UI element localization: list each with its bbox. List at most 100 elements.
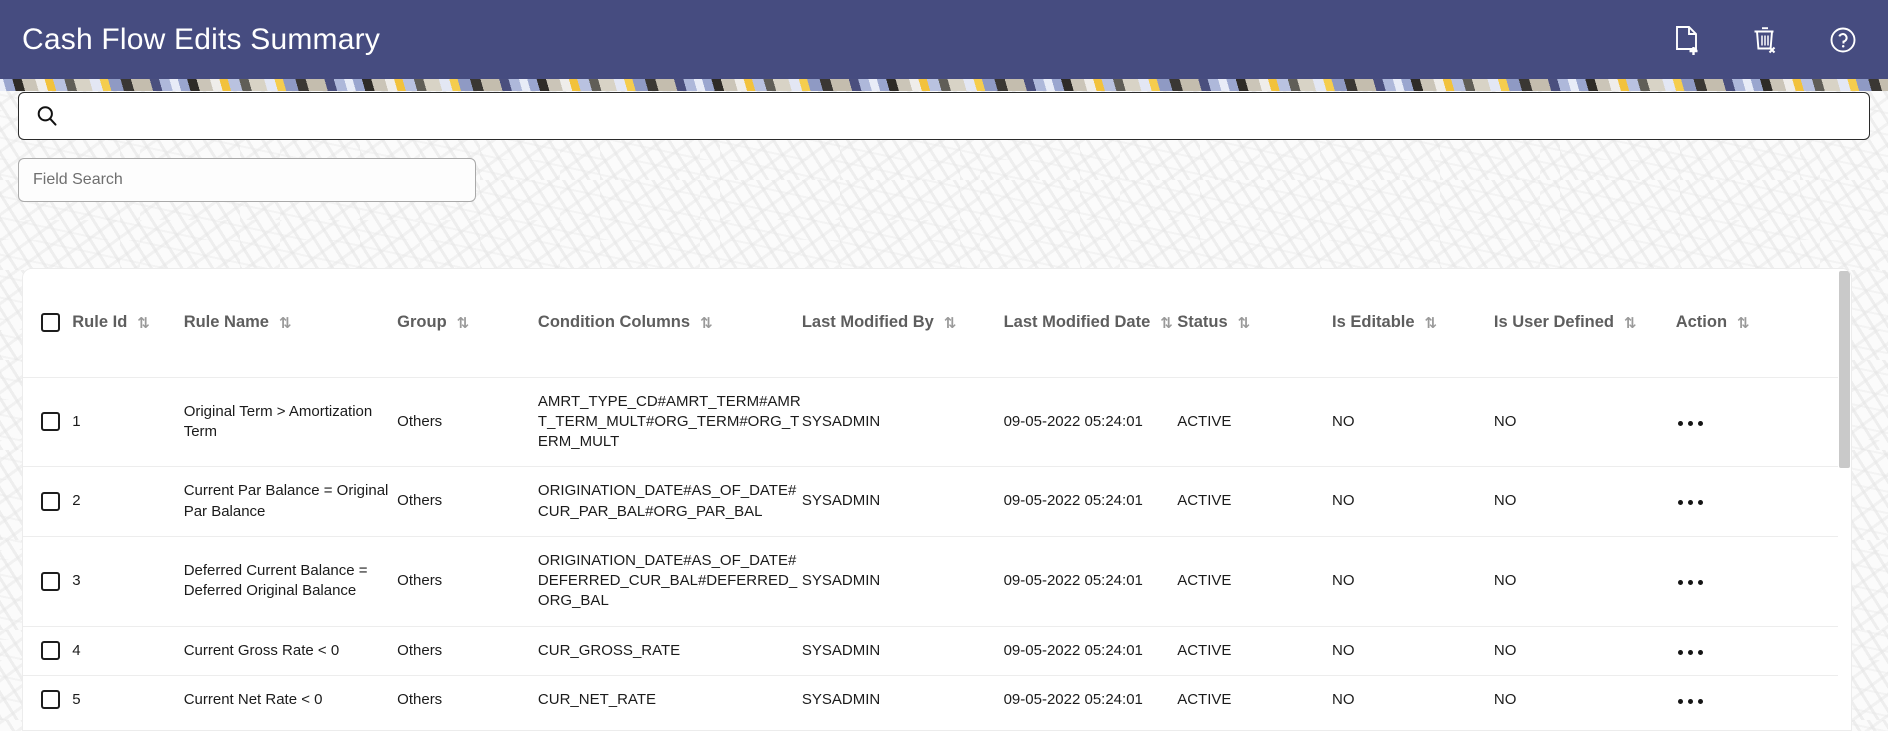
- column-header-last-modified-date[interactable]: Last Modified Date ⇅: [1003, 269, 1178, 377]
- cell-action: [1675, 466, 1840, 537]
- sort-icon-is-user-defined[interactable]: ⇅: [1624, 314, 1637, 332]
- row-select-cell: [23, 466, 73, 537]
- cell-last-modified-by: SYSADMIN: [801, 535, 1004, 626]
- search-icon: [35, 104, 59, 128]
- cell-rule-name: Current Gross Rate < 0: [183, 625, 398, 676]
- column-header-group[interactable]: Group ⇅: [397, 269, 538, 377]
- column-header-is-editable[interactable]: Is Editable ⇅: [1332, 269, 1494, 377]
- row-checkbox[interactable]: [41, 492, 60, 511]
- cell-condition-columns: AMRT_TYPE_CD#AMRT_TERM#AMRT_TERM_MULT#OR…: [537, 376, 802, 467]
- column-header-action[interactable]: Action ⇅: [1675, 269, 1840, 377]
- rules-table-card: Rule Id ⇅ Rule Name ⇅ Group ⇅ Condition …: [22, 268, 1852, 731]
- sort-icon-rule-name[interactable]: ⇅: [279, 314, 292, 332]
- cell-rule-id: 1: [72, 376, 184, 467]
- row-select-cell: [23, 535, 73, 626]
- column-label-action: Action: [1675, 313, 1728, 332]
- cell-action: [1675, 674, 1840, 724]
- delete-icon[interactable]: [1748, 23, 1782, 57]
- page-title: Cash Flow Edits Summary: [22, 22, 381, 56]
- cell-is-editable: NO: [1332, 376, 1494, 467]
- sort-icon-is-editable[interactable]: ⇅: [1425, 314, 1438, 332]
- cell-is-user-defined: NO: [1493, 466, 1676, 537]
- sort-icon-status[interactable]: ⇅: [1238, 314, 1251, 332]
- cell-action: [1675, 376, 1840, 467]
- column-label-condition-columns: Condition Columns: [537, 313, 691, 332]
- cell-action: [1675, 625, 1840, 676]
- global-search-bar[interactable]: [18, 92, 1870, 140]
- sort-icon-group[interactable]: ⇅: [457, 314, 470, 332]
- column-header-is-user-defined[interactable]: Is User Defined ⇅: [1493, 269, 1676, 377]
- table-body: 1 Original Term > Amortization Term Others…: [23, 376, 1840, 724]
- cell-last-modified-date: 09-05-2022 05:24:01: [1003, 466, 1178, 537]
- row-checkbox[interactable]: [41, 641, 60, 661]
- column-label-last-modified-by: Last Modified By: [801, 313, 934, 332]
- cell-last-modified-by: SYSADMIN: [801, 466, 1004, 537]
- table-row[interactable]: 3 Deferred Current Balance = Deferred Ori…: [23, 535, 1840, 626]
- column-label-is-editable: Is Editable: [1332, 313, 1415, 332]
- cell-action: [1675, 535, 1840, 626]
- help-icon[interactable]: [1826, 23, 1860, 57]
- column-label-rule-name: Rule Name: [183, 313, 269, 332]
- cell-rule-name: Current Par Balance = Original Par Balan…: [183, 466, 398, 537]
- sort-icon-action[interactable]: ⇅: [1737, 314, 1750, 332]
- select-all-checkbox[interactable]: [41, 313, 60, 333]
- table-row[interactable]: 1 Original Term > Amortization Term Others…: [23, 376, 1840, 467]
- cell-last-modified-date: 09-05-2022 05:24:01: [1003, 625, 1178, 676]
- header-actions: [1670, 23, 1860, 57]
- cell-status: ACTIVE: [1177, 674, 1333, 724]
- cell-is-user-defined: NO: [1493, 625, 1676, 676]
- column-label-is-user-defined: Is User Defined: [1493, 313, 1615, 332]
- row-actions-menu-icon[interactable]: [1676, 576, 1705, 589]
- add-document-icon[interactable]: [1670, 23, 1704, 57]
- row-select-cell: [23, 376, 73, 467]
- sort-icon-last-modified-date[interactable]: ⇅: [1160, 314, 1173, 332]
- cell-rule-name: Original Term > Amortization Term: [183, 376, 398, 467]
- sort-icon-last-modified-by[interactable]: ⇅: [944, 314, 957, 332]
- rules-table: Rule Id ⇅ Rule Name ⇅ Group ⇅ Condition …: [23, 269, 1840, 724]
- cell-status: ACTIVE: [1177, 625, 1333, 676]
- table-scrollbar-thumb[interactable]: [1839, 271, 1850, 468]
- cell-last-modified-by: SYSADMIN: [801, 674, 1004, 724]
- column-label-rule-id: Rule Id: [72, 313, 128, 332]
- cell-condition-columns: ORIGINATION_DATE#AS_OF_DATE#CUR_PAR_BAL#…: [537, 466, 802, 537]
- table-row[interactable]: 5 Current Net Rate < 0 Others CUR_NET_RATE S…: [23, 674, 1840, 724]
- cell-group: Others: [397, 625, 538, 676]
- cell-is-editable: NO: [1332, 674, 1494, 724]
- sort-icon-condition-columns[interactable]: ⇅: [700, 314, 713, 332]
- row-actions-menu-icon[interactable]: [1676, 695, 1705, 708]
- row-checkbox[interactable]: [41, 412, 60, 432]
- row-checkbox[interactable]: [41, 690, 60, 710]
- decorative-banner-image: [0, 79, 1888, 91]
- search-input[interactable]: [69, 93, 1853, 139]
- cell-last-modified-date: 09-05-2022 05:24:01: [1003, 535, 1178, 626]
- table-header: Rule Id ⇅ Rule Name ⇅ Group ⇅ Condition …: [23, 269, 1840, 377]
- sort-icon-rule-id[interactable]: ⇅: [137, 314, 150, 332]
- row-actions-menu-icon[interactable]: [1676, 417, 1705, 430]
- cell-rule-name: Deferred Current Balance = Deferred Orig…: [183, 535, 398, 626]
- row-select-cell: [23, 625, 73, 676]
- column-header-status[interactable]: Status ⇅: [1177, 269, 1333, 377]
- row-actions-menu-icon[interactable]: [1676, 496, 1705, 509]
- cell-last-modified-date: 09-05-2022 05:24:01: [1003, 674, 1178, 724]
- cell-status: ACTIVE: [1177, 535, 1333, 626]
- cell-is-user-defined: NO: [1493, 376, 1676, 467]
- field-search-input[interactable]: [18, 158, 476, 202]
- cell-condition-columns: CUR_GROSS_RATE: [537, 625, 802, 676]
- table-row[interactable]: 2 Current Par Balance = Original Par Bala…: [23, 466, 1840, 537]
- table-header-row: Rule Id ⇅ Rule Name ⇅ Group ⇅ Condition …: [23, 269, 1840, 377]
- row-actions-menu-icon[interactable]: [1676, 646, 1705, 659]
- column-header-rule-name[interactable]: Rule Name ⇅: [183, 269, 398, 377]
- cell-is-editable: NO: [1332, 625, 1494, 676]
- cell-group: Others: [397, 376, 538, 467]
- cell-condition-columns: ORIGINATION_DATE#AS_OF_DATE#DEFERRED_CUR…: [537, 535, 802, 626]
- cell-condition-columns: CUR_NET_RATE: [537, 674, 802, 724]
- table-row[interactable]: 4 Current Gross Rate < 0 Others CUR_GROSS_R…: [23, 625, 1840, 676]
- cell-last-modified-date: 09-05-2022 05:24:01: [1003, 376, 1178, 467]
- column-header-rule-id[interactable]: Rule Id ⇅: [72, 269, 184, 377]
- column-header-last-modified-by[interactable]: Last Modified By ⇅: [801, 269, 1004, 377]
- table-scrollbar-track[interactable]: [1838, 269, 1851, 730]
- column-header-condition-columns[interactable]: Condition Columns ⇅: [537, 269, 802, 377]
- column-label-group: Group: [397, 313, 447, 332]
- row-checkbox[interactable]: [41, 571, 60, 591]
- app-header-bar: Cash Flow Edits Summary: [0, 0, 1888, 79]
